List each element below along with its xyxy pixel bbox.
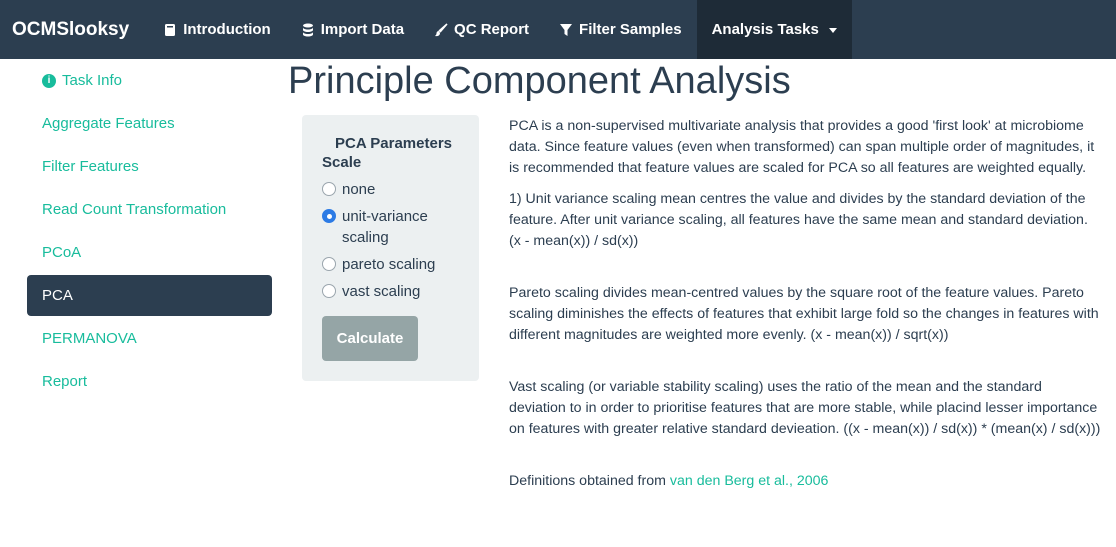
sidebar-item-label: Filter Features: [42, 158, 139, 175]
sidebar-item-label: Report: [42, 373, 88, 390]
pca-parameters-panel: PCA Parameters Scale none unit-variance …: [302, 115, 479, 381]
sidebar-item-label: Read Count Transformation: [42, 201, 227, 218]
sidebar-item-label: Aggregate Features: [42, 115, 175, 132]
nav-qc-report-label: QC Report: [454, 21, 530, 38]
database-icon: [302, 23, 313, 36]
sidebar-item-report[interactable]: Report: [27, 361, 272, 402]
pareto-paragraph: Pareto scaling divides mean-centred valu…: [509, 285, 1099, 343]
nav-introduction-label: Introduction: [183, 21, 271, 38]
sidebar-item-task-info[interactable]: i Task Info: [27, 60, 272, 101]
radio-button[interactable]: [322, 182, 336, 196]
radio-option-vast[interactable]: vast scaling: [322, 281, 459, 302]
sidebar-item-filter-features[interactable]: Filter Features: [27, 146, 272, 187]
radio-button[interactable]: [322, 257, 336, 271]
radio-option-none[interactable]: none: [322, 179, 459, 200]
description-text: PCA is a non-supervised multivariate ana…: [509, 116, 1101, 502]
filter-icon: [560, 23, 573, 36]
sidebar-item-label: PERMANOVA: [42, 330, 137, 347]
nav-analysis-tasks-label: Analysis Tasks: [711, 21, 819, 38]
paint-brush-icon: [435, 22, 448, 36]
definitions-prefix: Definitions obtained from: [509, 473, 666, 489]
calculate-button[interactable]: Calculate: [322, 316, 418, 361]
radio-label: unit-variance scaling: [342, 208, 428, 246]
page-title: Principle Component Analysis: [288, 60, 791, 102]
nav-import-data[interactable]: Import Data: [286, 0, 419, 59]
nav-introduction[interactable]: Introduction: [148, 0, 285, 59]
panel-title: PCA Parameters: [335, 135, 453, 152]
info-circle-icon: i: [42, 73, 56, 88]
radio-option-pareto[interactable]: pareto scaling: [322, 254, 459, 275]
scale-label: Scale: [322, 154, 362, 171]
sidebar-item-label: PCoA: [42, 244, 82, 261]
radio-option-unit-variance[interactable]: unit-variance scaling: [322, 206, 459, 248]
brand-logo[interactable]: OCMSlooksy: [0, 0, 141, 59]
book-icon: [165, 23, 176, 36]
radio-label: none: [342, 181, 376, 198]
unit-variance-paragraph: 1) Unit variance scaling mean centres th…: [509, 191, 1088, 249]
radio-label: vast scaling: [342, 283, 421, 300]
definitions-line: Definitions obtained from van den Berg e…: [509, 471, 1101, 492]
vast-paragraph: Vast scaling (or variable stability scal…: [509, 379, 1101, 437]
top-navbar: OCMSlooksy Introduction Import Data QC R…: [0, 0, 1116, 59]
radio-button[interactable]: [322, 284, 336, 298]
nav-qc-report[interactable]: QC Report: [419, 0, 544, 59]
nav-import-data-label: Import Data: [320, 21, 405, 38]
nav-filter-samples-label: Filter Samples: [579, 21, 682, 38]
sidebar-item-pca[interactable]: PCA: [27, 275, 272, 316]
intro-paragraph: PCA is a non-supervised multivariate ana…: [509, 118, 1095, 176]
reference-link[interactable]: van den Berg et al., 2006: [670, 473, 829, 489]
sidebar-item-label: Task Info: [62, 72, 123, 89]
sidebar: i Task Info Aggregate Features Filter Fe…: [27, 60, 272, 404]
sidebar-item-pcoa[interactable]: PCoA: [27, 232, 272, 273]
nav-filter-samples[interactable]: Filter Samples: [544, 0, 697, 59]
sidebar-item-aggregate-features[interactable]: Aggregate Features: [27, 103, 272, 144]
sidebar-item-read-count-transformation[interactable]: Read Count Transformation: [27, 189, 272, 230]
sidebar-item-permanova[interactable]: PERMANOVA: [27, 318, 272, 359]
radio-button-selected[interactable]: [322, 209, 336, 223]
nav-analysis-tasks[interactable]: Analysis Tasks: [696, 0, 852, 59]
caret-down-icon: [828, 28, 837, 33]
sidebar-item-label: PCA: [42, 287, 73, 304]
radio-label: pareto scaling: [342, 256, 436, 273]
